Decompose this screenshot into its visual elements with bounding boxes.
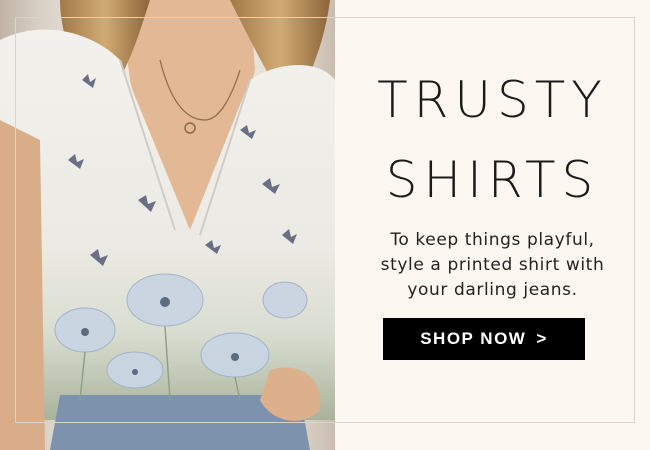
description-line: your darling jeans. bbox=[407, 280, 578, 300]
description-line: To keep things playful, bbox=[390, 230, 595, 250]
shop-now-button[interactable]: SHOP NOW > bbox=[383, 318, 585, 360]
headline-line-2: SHIRTS bbox=[385, 151, 600, 209]
shop-now-label: SHOP NOW bbox=[420, 329, 527, 348]
model-photo bbox=[0, 0, 335, 450]
promo-panel: TRUSTY SHIRTS To keep things playful, st… bbox=[335, 0, 650, 450]
description-line: style a printed shirt with bbox=[380, 255, 605, 275]
headline-line-1: TRUSTY bbox=[377, 71, 608, 129]
shirt-illustration bbox=[0, 0, 335, 450]
chevron-right-icon: > bbox=[536, 329, 548, 348]
promo-description: To keep things playful, style a printed … bbox=[345, 228, 640, 303]
